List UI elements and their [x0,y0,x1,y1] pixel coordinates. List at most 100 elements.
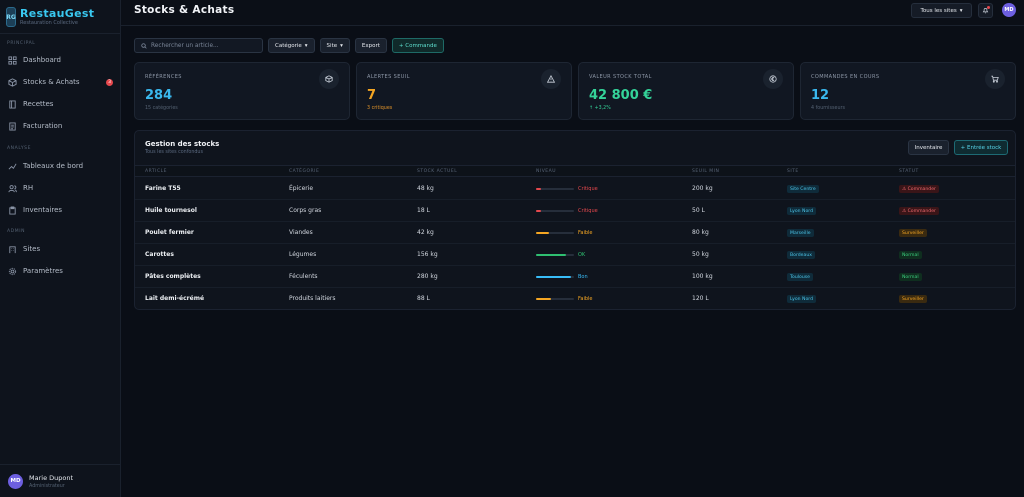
toolbar: Rechercher un article... Catégorie ▾ Sit… [134,38,444,53]
stock-entry-button[interactable]: + Entrée stock [954,140,1008,155]
sidebar-item-facturation[interactable]: Facturation [8,119,116,133]
sidebar-item-label: Dashboard [23,56,61,64]
sidebar-item-parametres[interactable]: Paramètres [8,264,116,278]
col-min[interactable]: Seuil min [692,169,719,174]
kpi-label: Valeur stock total [589,74,652,80]
grid-icon [8,55,17,65]
table-row[interactable]: Lait demi-écrémé Produits laitiers 88 L Fai… [135,288,1015,309]
kpi-card-orders: Commandes en cours 12 4 fournisseurs [800,62,1016,120]
invoice-icon [9,121,16,131]
user-profile[interactable]: MD Marie Dupont Administrateur [0,464,121,497]
cell-min: 120 L [692,295,709,302]
cell-article: Farine T55 [145,185,181,192]
level-bar [536,232,574,234]
status-badge: Normal [899,273,922,281]
sidebar-item-label: Sites [23,245,41,253]
col-stock[interactable]: Stock actuel [417,169,457,174]
kpi-card-alerts: Alertes seuil 7 3 critiques [356,62,572,120]
book-icon [9,99,16,109]
sidebar-item-recettes[interactable]: Recettes [8,97,116,111]
table-row[interactable]: Pâtes complètes Féculents 280 kg Bon 100 kg T… [135,266,1015,288]
col-level[interactable]: Niveau [536,169,556,174]
section-admin: Admin [7,229,26,234]
cell-stock: 48 kg [417,185,434,192]
kpi-label: Alertes seuil [367,74,410,80]
sidebar-item-stocks[interactable]: Stocks & Achats 3 [8,75,116,89]
search-input[interactable]: Rechercher un article... [134,38,263,53]
cell-article: Carottes [145,251,174,258]
site-filter[interactable]: Site ▾ [319,38,350,53]
level-bar-fill [536,276,571,278]
users-icon [8,184,17,192]
table-row[interactable]: Huile tournesol Corps gras 18 L Critique 50 … [135,200,1015,222]
level-label: Critique [578,186,598,192]
level-bar [536,210,574,212]
avatar: MD [8,473,23,489]
page-title: Stocks & Achats [134,4,235,16]
cell-stock: 42 kg [417,229,434,236]
table-title: Gestion des stocks [145,140,220,148]
cell-category: Corps gras [289,207,322,214]
table-header: Article Catégorie Stock actuel Niveau Se… [135,165,1015,177]
sidebar-item-dashboard[interactable]: Dashboard [8,53,116,67]
cell-stock: 88 L [417,295,430,302]
kpi-card-stock-value: Valeur stock total 42 800 € ↑ +3,2% [578,62,794,120]
user-role: Administrateur [29,483,65,489]
cell-min: 50 L [692,207,705,214]
site-pill: Marseille [787,229,814,237]
notifications-button[interactable] [978,3,993,18]
cell-min: 80 kg [692,229,709,236]
kpi-value: 284 [145,88,173,103]
warning-icon [541,69,561,89]
sidebar-item-inventaires[interactable]: Inventaires [8,203,116,217]
site-selector[interactable]: Tous les sites ▾ [911,3,972,18]
cell-stock: 156 kg [417,251,438,258]
user-name: Marie Dupont [29,473,74,482]
cell-stock: 18 L [417,207,430,214]
category-filter-label: Catégorie [275,42,302,49]
cell-min: 50 kg [692,251,709,258]
chevron-down-icon: ▾ [959,7,963,14]
col-category[interactable]: Catégorie [289,169,319,174]
sidebar-item-sites[interactable]: Sites [8,242,116,256]
col-site[interactable]: Site [787,169,799,174]
sidebar-item-label: Inventaires [23,206,63,214]
sidebar-item-tableaux[interactable]: Tableaux de bord [8,159,116,173]
status-badge: Surveiller [899,229,927,237]
level-bar-fill [536,232,550,234]
table-row[interactable]: Farine T55 Épicerie 48 kg Critique 200 kg Sit… [135,178,1015,200]
sidebar: RG RestauGest Restauration Collective Pr… [0,0,121,497]
kpi-sub: 4 fournisseurs [811,106,845,111]
level-label: Faible [578,230,593,236]
table-row[interactable]: Carottes Légumes 156 kg OK 50 kg Bordeaux Norm… [135,244,1015,266]
cell-stock: 280 kg [417,273,438,280]
category-filter[interactable]: Catégorie ▾ [268,38,315,53]
level-bar [536,254,574,256]
sidebar-item-label: Recettes [23,100,54,108]
sidebar-item-rh[interactable]: RH [8,181,116,195]
euro-icon [763,69,783,89]
new-order-button[interactable]: + Commande [391,38,444,53]
level-bar-fill [536,188,541,190]
site-pill: Site Centre [787,185,819,193]
inventory-button[interactable]: Inventaire [908,140,949,155]
cell-category: Épicerie [289,185,314,192]
cell-article: Lait demi-écrémé [145,295,205,302]
table-row[interactable]: Poulet fermier Viandes 42 kg Faible 80 kg Mar… [135,222,1015,244]
col-status[interactable]: Statut [899,169,919,174]
kpi-card-references: Références 284 15 catégories [134,62,350,120]
building-icon [9,245,16,253]
sidebar-item-label: Tableaux de bord [23,162,84,170]
chart-icon [8,163,17,170]
export-button[interactable]: Export [354,38,387,53]
cell-category: Féculents [289,273,318,280]
kpi-sub: 15 catégories [145,106,178,111]
sidebar-divider [0,33,121,34]
notification-dot [987,6,990,9]
cube-icon [319,69,339,89]
app-logo: RG [6,7,16,27]
col-article[interactable]: Article [145,169,167,174]
status-badge: ⚠ Commander [899,185,939,193]
header-avatar[interactable]: MD [1002,3,1016,17]
brand: RG RestauGest Restauration Collective [0,0,120,28]
